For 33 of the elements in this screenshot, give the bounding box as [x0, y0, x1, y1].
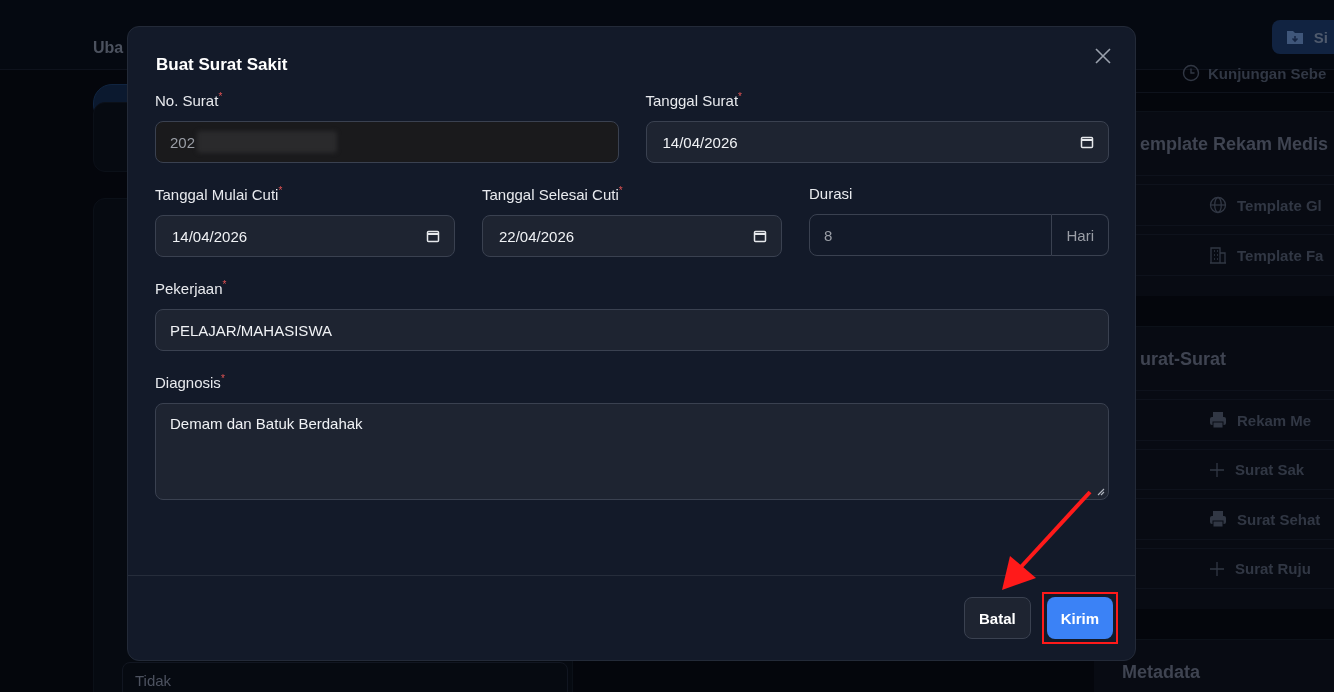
resize-handle-icon[interactable] — [1097, 488, 1105, 496]
save-button[interactable]: Si — [1271, 20, 1334, 54]
calendar-icon — [753, 229, 767, 243]
date-field[interactable]: 22/04/2026 — [482, 215, 782, 257]
clock-icon — [1182, 64, 1200, 82]
building-icon — [1209, 246, 1227, 264]
plus-icon — [1209, 560, 1225, 577]
globe-icon — [1209, 196, 1227, 214]
field-label: No. Surat$^{*}$ — [155, 91, 224, 109]
plus-icon — [1209, 461, 1225, 478]
input-field[interactable]: PELAJAR/MAHASISWA — [155, 309, 1109, 351]
folder-download-icon — [1285, 28, 1304, 46]
field-label: Durasi — [809, 185, 854, 202]
field-label: Tanggal Selesai Cuti$^{*}$ — [482, 185, 624, 203]
close-icon — [1095, 48, 1111, 64]
select-field[interactable]: Tidak — [122, 662, 568, 692]
close-button[interactable] — [1093, 46, 1113, 66]
date-field[interactable]: 14/04/2026 — [155, 215, 455, 257]
submit-button[interactable]: Kirim — [1046, 597, 1113, 639]
field-label: Diagnosis$^{*}$ — [155, 373, 226, 391]
calendar-icon — [426, 229, 440, 243]
dialog-title: Buat Surat Sakit — [156, 55, 288, 75]
field-label: Pekerjaan$^{*}$ — [155, 279, 228, 297]
unit-addon: Hari — [1052, 214, 1109, 256]
field-label: Tanggal Mulai Cuti$^{*}$ — [155, 185, 284, 203]
date-field[interactable]: 14/04/2026 — [645, 121, 1109, 163]
field-label: Tanggal Surat$^{*}$ — [645, 91, 743, 109]
text-area[interactable]: Demam dan Batuk Berdahak — [155, 403, 1109, 500]
cancel-button[interactable]: Batal — [963, 597, 1031, 639]
printer-icon — [1209, 411, 1227, 429]
printer-icon — [1209, 510, 1227, 528]
page-title: Uba — [93, 39, 124, 57]
calendar-icon — [1080, 135, 1094, 149]
